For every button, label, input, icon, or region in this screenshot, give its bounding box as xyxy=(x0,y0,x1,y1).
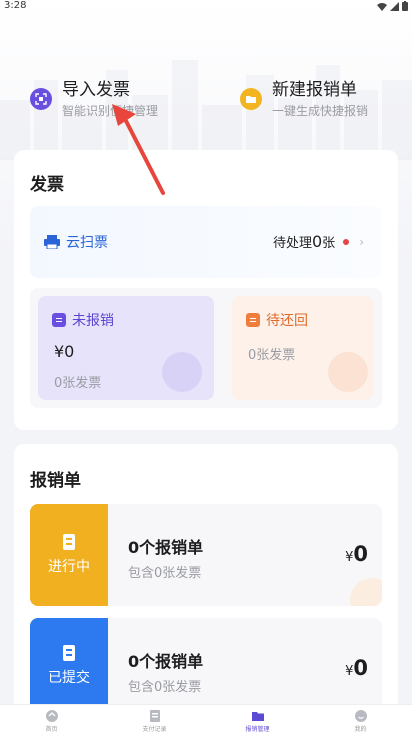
new-reimbursement-button[interactable]: 新建报销单 一键生成快捷报销 xyxy=(240,78,368,120)
import-icon xyxy=(30,88,52,110)
cloud-scan-label: 云扫票 xyxy=(66,235,108,251)
in-progress-tag: 进行中 xyxy=(30,504,108,606)
document-icon xyxy=(63,645,75,661)
tab-me[interactable]: 我的 xyxy=(311,705,411,733)
pending-count: 0 xyxy=(311,232,323,251)
new-reimbursement-title: 新建报销单 xyxy=(272,80,357,100)
submitted-amount: ¥0 xyxy=(345,656,368,680)
signal-icon xyxy=(390,1,399,11)
status-time: 3:28 xyxy=(4,0,27,11)
submitted-count: 0个报销单 xyxy=(128,652,204,671)
invoice-card: 发票 云扫票 待处理 0 张 › 未报销 ¥0 0张发票 待还回 0张发票 xyxy=(14,150,398,430)
smile-icon xyxy=(354,710,367,722)
status-bar: 3:28 xyxy=(0,0,412,14)
invoice-section-title: 发票 xyxy=(30,175,64,195)
home-icon xyxy=(45,710,58,722)
submitted-value: 0 xyxy=(353,656,368,680)
to-return-box[interactable]: 待还回 0张发票 xyxy=(232,296,374,400)
document-icon xyxy=(52,313,66,327)
decorative-circle-icon xyxy=(328,352,368,392)
document-icon xyxy=(246,313,260,327)
unreimbursed-count: 0张发票 xyxy=(54,376,102,391)
new-reimbursement-subtitle: 一键生成快捷报销 xyxy=(272,104,369,118)
unreimbursed-box[interactable]: 未报销 ¥0 0张发票 xyxy=(38,296,214,400)
to-return-label: 待还回 xyxy=(266,313,308,329)
to-return-count: 0张发票 xyxy=(248,348,296,363)
submitted-tag: 已提交 xyxy=(30,618,108,714)
submitted-label: 已提交 xyxy=(48,670,90,686)
import-invoice-subtitle: 智能识别便捷管理 xyxy=(62,104,159,118)
tab-home[interactable]: 首页 xyxy=(2,705,102,733)
tab-payment-records-label: 支付记录 xyxy=(142,726,167,733)
decorative-circle-icon xyxy=(162,352,202,392)
status-icons xyxy=(377,1,408,11)
unreimbursed-amount: ¥0 xyxy=(54,342,75,361)
in-progress-amount: ¥0 xyxy=(345,542,368,566)
reimbursement-card: 报销单 进行中 0个报销单 包含0张发票 ¥0 已提交 0个报销单 包含0张发票… xyxy=(14,444,398,714)
chevron-right-icon: › xyxy=(359,234,364,249)
pending-prefix: 待处理 xyxy=(272,236,312,251)
battery-icon xyxy=(402,1,408,11)
wifi-icon xyxy=(377,2,387,11)
in-progress-value: 0 xyxy=(353,542,368,566)
folder-icon xyxy=(240,88,262,110)
in-progress-sub: 包含0张发票 xyxy=(128,566,202,581)
printer-icon xyxy=(44,235,60,249)
pending-suffix: 张 xyxy=(322,236,336,251)
in-progress-label: 进行中 xyxy=(48,559,90,575)
submitted-sub: 包含0张发票 xyxy=(128,680,202,695)
in-progress-count: 0个报销单 xyxy=(128,538,204,557)
unreimbursed-label: 未报销 xyxy=(72,313,114,329)
in-progress-row[interactable]: 进行中 0个报销单 包含0张发票 ¥0 xyxy=(30,504,382,606)
notification-dot xyxy=(343,238,350,245)
bottom-tab-bar: 首页 支付记录 报销管理 我的 xyxy=(0,704,412,736)
cloud-scan-row[interactable]: 云扫票 待处理 0 张 › xyxy=(30,206,382,278)
import-invoice-title: 导入发票 xyxy=(62,80,130,100)
tab-reimbursement-management[interactable]: 报销管理 xyxy=(208,705,308,733)
tab-payment-records[interactable]: 支付记录 xyxy=(105,705,205,733)
submitted-row[interactable]: 已提交 0个报销单 包含0张发票 ¥0 xyxy=(30,618,382,714)
decorative-circle-icon xyxy=(350,578,382,606)
reimbursement-section-title: 报销单 xyxy=(30,471,81,491)
document-icon xyxy=(63,534,75,550)
receipt-icon xyxy=(149,710,160,722)
import-invoice-button[interactable]: 导入发票 智能识别便捷管理 xyxy=(30,78,158,120)
folder-icon xyxy=(251,712,264,721)
tab-me-label: 我的 xyxy=(354,726,367,733)
tab-reimbursement-management-label: 报销管理 xyxy=(245,726,270,733)
tab-home-label: 首页 xyxy=(45,726,58,733)
